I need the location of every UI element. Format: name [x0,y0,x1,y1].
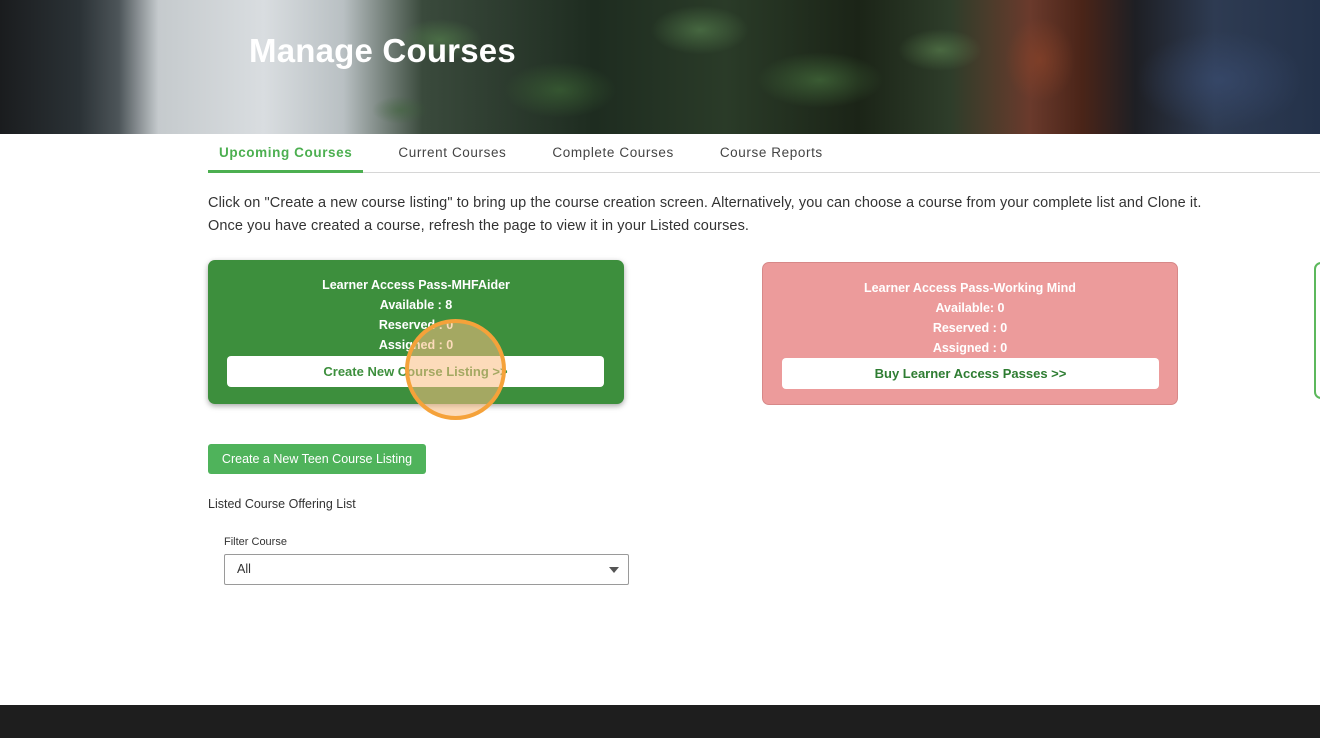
pass-card-title: Learner Access Pass-MHFAider [322,278,510,292]
pass-card-assigned: Assigned : 0 [932,341,1008,355]
tab-complete-courses[interactable]: Complete Courses [541,134,684,173]
pass-card-title: Learner Access Pass-Working Mind [864,281,1076,295]
tab-upcoming-courses[interactable]: Upcoming Courses [208,134,364,173]
tab-current-courses[interactable]: Current Courses [387,134,517,173]
hero-background-image [0,0,1320,134]
intro-line-2: Once you have created a course, refresh … [208,218,750,234]
pass-card-available: Available : 8 [379,298,453,312]
pass-card-available: Available: 0 [935,301,1005,315]
hero-banner: Manage Courses [0,0,1320,134]
pass-card-reserved: Reserved : 0 [378,318,454,332]
course-tabs: Upcoming Courses Current Courses Complet… [208,134,1320,173]
page-title: Manage Courses [249,32,516,69]
buy-learner-access-passes-button[interactable]: Buy Learner Access Passes >> [782,358,1159,389]
pass-card-working-mind: Learner Access Pass-Working Mind Availab… [762,262,1178,405]
create-teen-course-listing-button[interactable]: Create a New Teen Course Listing [208,444,426,474]
chevron-down-icon [609,567,619,573]
listed-course-offering-title: Listed Course Offering List [208,497,356,511]
click-highlight-circle [405,319,506,420]
intro-line-1: Click on "Create a new course listing" t… [208,195,1202,211]
pass-card-reserved: Reserved : 0 [932,321,1008,335]
filter-course-value: All [237,562,251,576]
tab-course-reports[interactable]: Course Reports [709,134,834,173]
page-footer [0,705,1320,738]
filter-course-label: Filter Course [224,536,287,548]
filter-course-select[interactable]: All [224,554,629,585]
pass-card-partial [1314,262,1320,399]
intro-text: Click on "Create a new course listing" t… [208,192,1268,238]
